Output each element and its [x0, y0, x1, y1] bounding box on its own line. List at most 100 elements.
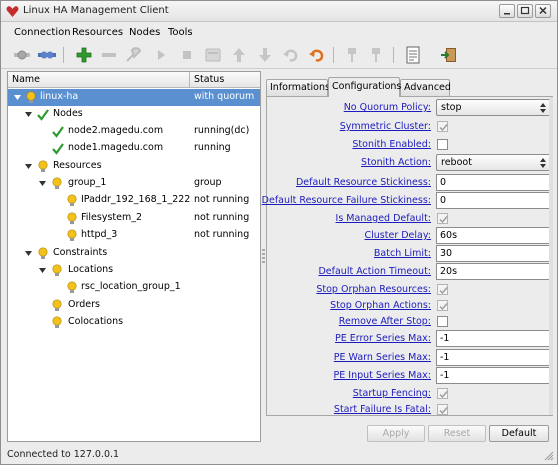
field-start-failure-is-fatal: Start Failure Is Fatal:	[267, 401, 551, 419]
field-is-managed-default: Is Managed Default:	[267, 210, 551, 228]
pe-input-series-max-input[interactable]: -1	[436, 367, 551, 384]
menu-tools[interactable]: Tools	[168, 27, 193, 38]
expander-down-icon[interactable]	[38, 266, 47, 275]
tree-row-filesystem[interactable]: Filesystem_2 not running	[8, 210, 260, 227]
tree-row-constraints[interactable]: Constraints	[8, 245, 260, 262]
apply-button[interactable]: Apply	[367, 425, 425, 442]
field-label: Symmetric Cluster:	[339, 121, 431, 132]
bulb-icon	[66, 229, 78, 242]
tree-row-nodes[interactable]: Nodes	[8, 106, 260, 123]
field-label: Startup Fencing:	[352, 388, 431, 399]
tree-row-rsc-location[interactable]: rsc_location_group_1	[8, 279, 260, 296]
tree-row-node2[interactable]: node2.magedu.com running(dc)	[8, 123, 260, 140]
stonith-enabled-checkbox[interactable]	[437, 139, 448, 150]
form-scrollbar[interactable]	[549, 97, 553, 415]
move-down-icon[interactable]	[255, 45, 275, 65]
pe-error-series-max-input[interactable]: -1	[436, 330, 551, 347]
tab-informations[interactable]: Informations	[266, 79, 330, 96]
tree-row-node1[interactable]: node1.magedu.com running	[8, 140, 260, 157]
check-icon	[37, 108, 49, 121]
field-label: No Quorum Policy:	[343, 102, 431, 113]
field-label: Remove After Stop:	[338, 316, 431, 327]
batch-limit-input[interactable]: 30	[436, 245, 551, 262]
symmetric-cluster-checkbox[interactable]	[437, 121, 448, 132]
title-bar[interactable]: Linux HA Management Client	[1, 1, 557, 22]
minimize-button[interactable]	[499, 4, 515, 18]
pe-warn-series-max-input[interactable]: -1	[436, 349, 551, 366]
close-button[interactable]	[535, 4, 551, 18]
remove-after-stop-checkbox[interactable]	[437, 316, 448, 327]
tree-row-locations[interactable]: Locations	[8, 262, 260, 279]
splitter-handle[interactable]	[262, 71, 265, 442]
expander-down-icon[interactable]	[38, 179, 47, 188]
tree-row-ipaddr[interactable]: IPaddr_192_168_1_222 not running	[8, 192, 260, 209]
toolbar	[1, 42, 557, 69]
select-value: stop	[441, 102, 462, 113]
start-failure-is-fatal-checkbox[interactable]	[437, 404, 448, 415]
no-quorum-policy-select[interactable]: stop	[436, 99, 551, 116]
maximize-button[interactable]	[517, 4, 533, 18]
stonith-action-select[interactable]: reboot	[436, 154, 551, 171]
undo-icon[interactable]	[281, 45, 301, 65]
resize-grip-icon[interactable]	[544, 451, 554, 461]
connection-status: Connected to 127.0.0.1	[7, 449, 120, 460]
tree-row-linux-ha[interactable]: linux-ha with quorum	[8, 89, 260, 106]
detail-panel: Informations Configurations Advanced No …	[262, 71, 553, 442]
move-up-icon[interactable]	[229, 45, 249, 65]
active-node-icon[interactable]	[366, 45, 386, 65]
tree-status: not running	[194, 212, 250, 223]
default-resource-stickiness-input[interactable]: 0	[436, 174, 551, 191]
field-pe-warn-series-max: PE Warn Series Max: -1	[267, 349, 551, 367]
reset-button[interactable]: Reset	[428, 425, 486, 442]
refresh-icon[interactable]	[307, 45, 327, 65]
menu-resources[interactable]: Resources	[72, 27, 123, 38]
menu-connection[interactable]: Connection	[14, 27, 71, 38]
expander-down-icon[interactable]	[13, 93, 22, 102]
bulb-icon	[66, 212, 78, 225]
configurations-form: No Quorum Policy: stop Symmetric Cluster…	[262, 96, 553, 419]
tree-label: IPaddr_192_168_1_222	[81, 194, 191, 205]
tab-configurations[interactable]: Configurations	[328, 77, 401, 97]
stop-orphan-resources-checkbox[interactable]	[437, 284, 448, 295]
field-default-resource-stickiness: Default Resource Stickiness: 0	[267, 174, 551, 192]
field-default-resource-failure-stickiness: Default Resource Failure Stickiness: 0	[262, 192, 551, 210]
start-icon[interactable]	[151, 45, 171, 65]
is-managed-default-checkbox[interactable]	[437, 213, 448, 224]
field-label: Stop Orphan Actions:	[330, 300, 431, 311]
stop-icon[interactable]	[177, 45, 197, 65]
tree-row-resources[interactable]: Resources	[8, 158, 260, 175]
default-button[interactable]: Default	[489, 425, 549, 442]
field-label: Stonith Action:	[361, 157, 431, 168]
stop-orphan-actions-checkbox[interactable]	[437, 300, 448, 311]
default-view-icon[interactable]	[203, 45, 223, 65]
field-label: Default Resource Stickiness:	[295, 177, 431, 188]
log-icon[interactable]	[403, 45, 423, 65]
default-action-timeout-input[interactable]: 20s	[436, 263, 551, 280]
menu-nodes[interactable]: Nodes	[129, 27, 160, 38]
expander-down-icon[interactable]	[24, 162, 33, 171]
tree-status: running(dc)	[194, 125, 250, 136]
exit-icon[interactable]	[439, 45, 459, 65]
default-resource-failure-stickiness-input[interactable]: 0	[436, 192, 551, 209]
tree-row-httpd[interactable]: httpd_3 not running	[8, 227, 260, 244]
expander-down-icon[interactable]	[24, 110, 33, 119]
tree-row-group-1[interactable]: group_1 group	[8, 175, 260, 192]
tree-label: Locations	[68, 264, 114, 275]
field-label: Is Managed Default:	[335, 213, 431, 224]
column-header-status[interactable]: Status	[194, 74, 224, 85]
expander-down-icon[interactable]	[24, 249, 33, 258]
tree-row-colocations[interactable]: Colocations	[8, 314, 260, 331]
tree-status: group	[194, 177, 222, 188]
tab-advanced[interactable]: Advanced	[400, 79, 451, 96]
startup-fencing-checkbox[interactable]	[437, 388, 448, 399]
column-header-name[interactable]: Name	[12, 74, 40, 85]
cluster-delay-input[interactable]: 60s	[436, 227, 551, 244]
standby-node-icon[interactable]	[342, 45, 362, 65]
cleanup-icon[interactable]	[124, 45, 144, 65]
remove-icon[interactable]	[99, 45, 119, 65]
tree-label: Constraints	[53, 247, 108, 258]
connect-icon[interactable]	[12, 45, 32, 65]
add-icon[interactable]	[74, 45, 94, 65]
tree-row-orders[interactable]: Orders	[8, 297, 260, 314]
disconnect-icon[interactable]	[37, 45, 57, 65]
